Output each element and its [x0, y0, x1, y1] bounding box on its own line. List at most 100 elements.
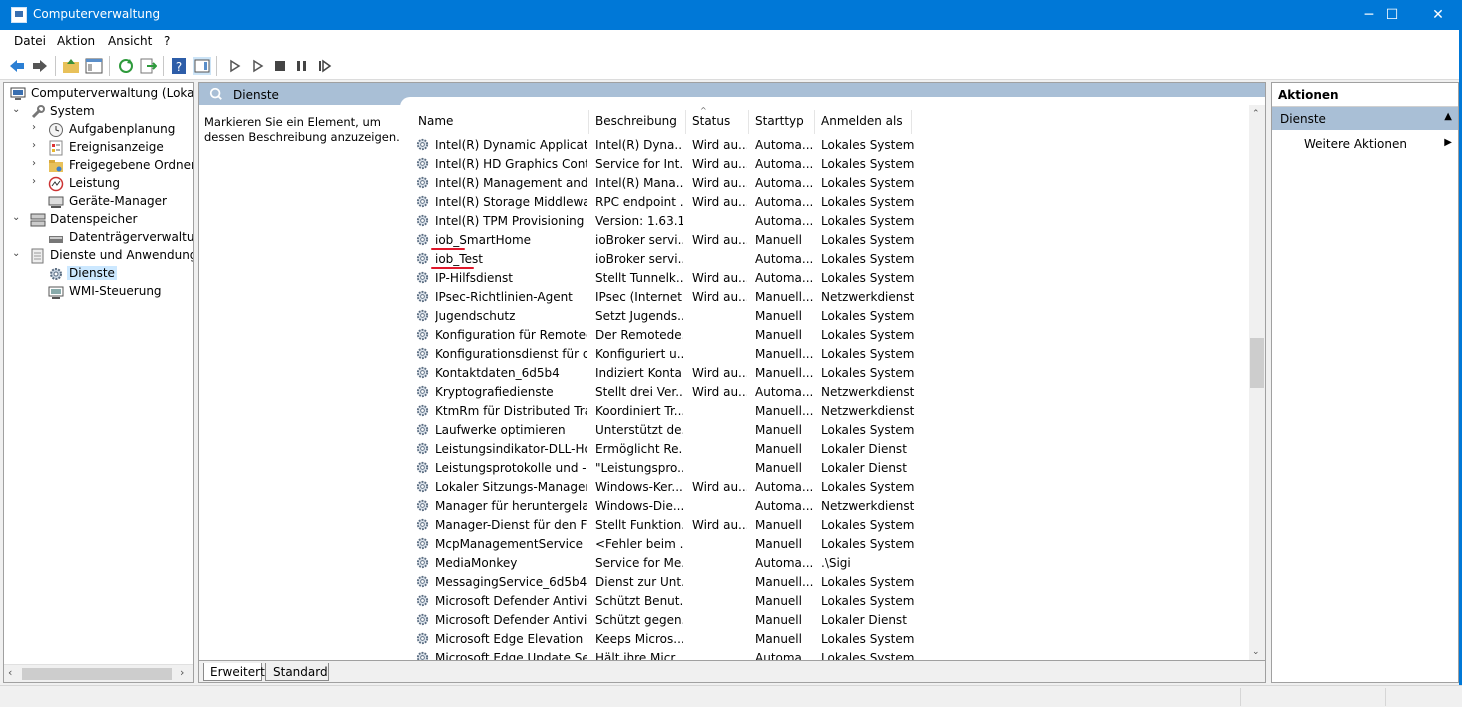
column-header-status[interactable]: Status: [686, 110, 749, 134]
toolbar-separator: [109, 56, 110, 76]
tab-standard[interactable]: Standard: [265, 663, 329, 681]
expand-icon[interactable]: ›: [32, 140, 44, 151]
weitere-aktionen-item[interactable]: Weitere Aktionen: [1304, 137, 1407, 151]
cell-starttyp: Manuell...: [755, 575, 813, 589]
expand-icon[interactable]: ›: [32, 176, 44, 187]
cell-description: RPC endpoint ...: [595, 195, 683, 209]
services-search-icon: [209, 87, 222, 100]
menu-datei[interactable]: Datei: [14, 34, 46, 48]
expand-icon[interactable]: ›: [32, 122, 44, 133]
menu-ansicht[interactable]: Ansicht: [108, 34, 152, 48]
service-row[interactable]: Microsoft Defender Antiviru... Schützt ge…: [402, 610, 1247, 629]
cell-description: Stellt Funktion...: [595, 518, 683, 532]
service-row[interactable]: Jugendschutz Setzt Jugends... Manuell Lokal…: [402, 306, 1247, 325]
actions-section-dienste[interactable]: Dienste ▲: [1272, 107, 1458, 130]
stop-service-icon[interactable]: [271, 57, 289, 75]
column-header-beschreibung[interactable]: Beschreibung: [589, 110, 686, 134]
list-vertical-scrollbar[interactable]: ⌃ ⌄: [1249, 105, 1265, 665]
menu-help[interactable]: ?: [164, 34, 170, 48]
column-header-starttyp[interactable]: Starttyp: [749, 110, 815, 134]
start-service-alt-icon[interactable]: [249, 57, 267, 75]
back-arrow-icon[interactable]: [8, 57, 26, 75]
tab-erweitert[interactable]: Erweitert: [203, 663, 265, 681]
cell-anmelden-als: Lokales System: [821, 632, 915, 646]
start-service-icon[interactable]: [226, 57, 244, 75]
up-folder-icon[interactable]: [62, 57, 80, 75]
service-row[interactable]: iob_Test ioBroker servi... Automa... Lokale…: [402, 249, 1247, 268]
scroll-right-icon[interactable]: ›: [180, 666, 184, 679]
services-list: Name ^ Beschreibung Status Starttyp Anme…: [402, 98, 1265, 665]
scrollbar-thumb[interactable]: [22, 668, 172, 680]
service-row[interactable]: Kryptografiedienste Stellt drei Ver... Wir…: [402, 382, 1247, 401]
expand-icon[interactable]: ›: [32, 158, 44, 169]
tree-item-label: Freigegebene Ordner: [69, 158, 194, 172]
service-row[interactable]: Laufwerke optimieren Unterstützt de... Man…: [402, 420, 1247, 439]
service-row[interactable]: Microsoft Edge Elevation Se... Keeps Micr…: [402, 629, 1247, 648]
service-row[interactable]: Manager für heruntergelad... Windows-Die.…: [402, 496, 1247, 515]
close-button[interactable]: ✕: [1415, 0, 1461, 30]
service-row[interactable]: Intel(R) Management and S... Intel(R) Man…: [402, 173, 1247, 192]
description-pane: Markieren Sie ein Element, um dessen Bes…: [199, 105, 402, 660]
cell-name: Lokaler Sitzungs-Manager: [435, 480, 587, 494]
cell-anmelden-als: Lokales System: [821, 575, 915, 589]
service-row[interactable]: IPsec-Richtlinien-Agent IPsec (Internet..…: [402, 287, 1247, 306]
column-header-name[interactable]: Name: [412, 110, 589, 134]
collapse-icon[interactable]: ⌄: [12, 104, 24, 115]
disk-management-icon: [49, 236, 63, 243]
cell-starttyp: Manuell: [755, 328, 802, 342]
forward-arrow-icon[interactable]: [31, 57, 49, 75]
cell-starttyp: Manuell: [755, 537, 802, 551]
service-gear-icon: [416, 271, 429, 284]
service-row[interactable]: Intel(R) Storage Middleware... RPC endpoi…: [402, 192, 1247, 211]
cell-name: Konfiguration für Remoted...: [435, 328, 587, 342]
service-row[interactable]: Leistungsprotokolle und -w... "Leistungsp…: [402, 458, 1247, 477]
help-icon[interactable]: ?: [170, 57, 188, 75]
service-row[interactable]: KtmRm für Distributed Tran... Koordiniert…: [402, 401, 1247, 420]
collapse-icon[interactable]: ⌄: [12, 248, 24, 259]
cell-name: Kryptografiedienste: [435, 385, 554, 399]
service-row[interactable]: MessagingService_6d5b4 Dienst zur Unt... M…: [402, 572, 1247, 591]
service-row[interactable]: IP-Hilfsdienst Stellt Tunnelk... Wird au..…: [402, 268, 1247, 287]
service-row[interactable]: Lokaler Sitzungs-Manager Windows-Ker... Wi…: [402, 477, 1247, 496]
service-row[interactable]: Intel(R) TPM Provisioning S... Version: 1…: [402, 211, 1247, 230]
show-hide-tree-icon[interactable]: [85, 57, 103, 75]
cell-name: Leistungsprotokolle und -w...: [435, 461, 587, 475]
service-row[interactable]: Manager-Dienst für den Fu... Stellt Funkt…: [402, 515, 1247, 534]
service-row[interactable]: Intel(R) Dynamic Applicatio... Intel(R) D…: [402, 135, 1247, 154]
service-row[interactable]: Microsoft Defender Antiviru... Schützt Be…: [402, 591, 1247, 610]
cell-starttyp: Automa...: [755, 385, 813, 399]
menu-aktion[interactable]: Aktion: [57, 34, 95, 48]
service-gear-icon: [416, 157, 429, 170]
restart-service-icon[interactable]: [316, 57, 334, 75]
pause-service-icon[interactable]: [293, 57, 311, 75]
service-row[interactable]: Konfiguration für Remoted... Der Remotede…: [402, 325, 1247, 344]
column-header-anmelden-als[interactable]: Anmelden als: [815, 110, 912, 134]
tree-item-label: WMI-Steuerung: [69, 284, 162, 298]
service-row[interactable]: Konfigurationsdienst für die... Konfiguri…: [402, 344, 1247, 363]
cell-anmelden-als: Lokales System: [821, 233, 915, 247]
cell-description: ioBroker servi...: [595, 252, 683, 266]
service-row[interactable]: McpManagementService <Fehler beim ... Manu…: [402, 534, 1247, 553]
cell-anmelden-als: Lokales System: [821, 594, 915, 608]
actions-title: Aktionen: [1272, 83, 1458, 107]
service-row[interactable]: Kontaktdaten_6d5b4 Indiziert Konta... Wird…: [402, 363, 1247, 382]
event-viewer-icon: [49, 140, 63, 156]
service-row[interactable]: MediaMonkey Service for Me... Automa... .\S…: [402, 553, 1247, 572]
red-underline-annotation: [431, 248, 465, 250]
export-list-icon[interactable]: [139, 57, 157, 75]
cell-status: Wird au...: [692, 385, 747, 399]
scroll-down-icon[interactable]: ⌄: [1252, 647, 1260, 657]
maximize-button[interactable]: ☐: [1369, 0, 1415, 30]
service-row[interactable]: iob_SmartHome ioBroker servi... Wird au...…: [402, 230, 1247, 249]
tree-horizontal-scrollbar[interactable]: ‹ ›: [4, 664, 193, 682]
performance-icon: [48, 176, 64, 192]
scroll-up-icon[interactable]: ⌃: [1252, 109, 1260, 119]
service-row[interactable]: Intel(R) HD Graphics Contro... Service fo…: [402, 154, 1247, 173]
scroll-left-icon[interactable]: ‹: [8, 666, 12, 679]
service-row[interactable]: Leistungsindikator-DLL-Host Ermöglicht Re…: [402, 439, 1247, 458]
collapse-triangle-icon[interactable]: ▲: [1444, 111, 1452, 122]
scrollbar-thumb[interactable]: [1250, 338, 1264, 388]
collapse-icon[interactable]: ⌄: [12, 212, 24, 223]
show-action-pane-icon[interactable]: [193, 57, 211, 75]
refresh-icon[interactable]: [117, 57, 135, 75]
